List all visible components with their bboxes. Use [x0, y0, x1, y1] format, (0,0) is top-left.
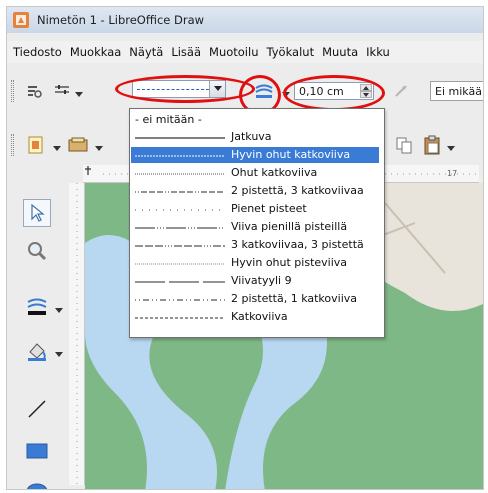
- line-sample: [135, 227, 225, 229]
- line-color-icon[interactable]: [253, 80, 275, 102]
- libreoffice-draw-icon: [13, 12, 29, 28]
- ruler-mark: 17: [447, 169, 458, 178]
- paste-icon[interactable]: [421, 134, 443, 156]
- chevron-down-icon[interactable]: [95, 142, 103, 151]
- line-sample: [135, 173, 225, 175]
- select-arrow-icon[interactable]: [23, 199, 51, 227]
- zoom-icon[interactable]: [23, 237, 51, 265]
- line-sample: [135, 299, 225, 301]
- chevron-down-icon[interactable]: [447, 142, 455, 151]
- line-width-field[interactable]: 0,10 cm: [294, 82, 374, 100]
- window-title: Nimetön 1 - LibreOffice Draw: [37, 13, 205, 27]
- arrow-style-icon[interactable]: [391, 80, 413, 102]
- line-properties-icon[interactable]: [51, 80, 73, 102]
- menu-window[interactable]: Ikku: [362, 45, 394, 59]
- line-style-option[interactable]: Pienet pisteet: [131, 201, 379, 217]
- arrow-style-value: Ei mikää: [435, 85, 482, 98]
- copy-icon[interactable]: [393, 134, 415, 156]
- rectangle-icon[interactable]: [23, 437, 51, 465]
- line-style-dropdown: - ei mitään - Jatkuva Hyvin ohut katkovi…: [129, 108, 385, 338]
- menu-file[interactable]: Tiedosto: [9, 45, 66, 59]
- line-sample: [135, 317, 225, 319]
- line-style-option[interactable]: 2 pistettä, 1 katkoviiva: [131, 291, 379, 307]
- menu-edit[interactable]: Muokkaa: [66, 45, 125, 59]
- menu-modify[interactable]: Muuta: [318, 45, 362, 59]
- chevron-down-icon[interactable]: [282, 88, 290, 97]
- line-width-stepper[interactable]: [360, 84, 372, 98]
- line-sample: [135, 191, 225, 193]
- toolbar-grip[interactable]: [11, 134, 14, 156]
- styles-icon[interactable]: [23, 80, 45, 102]
- line-sample: [135, 155, 225, 157]
- line-toolbar: [7, 73, 483, 109]
- line-style-option[interactable]: 2 pistettä, 3 katkoviivaa: [131, 183, 379, 199]
- line-style-preview: [137, 89, 209, 90]
- menu-bar: Tiedosto Muokkaa Näytä Lisää Muotoilu Ty…: [7, 41, 483, 63]
- line-color-icon[interactable]: [23, 293, 51, 321]
- chevron-down-icon[interactable]: [75, 88, 83, 97]
- line-sample: [135, 137, 225, 139]
- vertical-ruler[interactable]: [69, 183, 85, 485]
- arrow-style-combo[interactable]: Ei mikää: [430, 81, 483, 101]
- toolbar-grip[interactable]: [11, 80, 14, 102]
- line-style-option[interactable]: Hyvin ohut pisteviiva: [131, 255, 379, 271]
- line-style-option[interactable]: Viivatyyli 9: [131, 273, 379, 289]
- new-document-icon[interactable]: [25, 134, 47, 156]
- chevron-down-icon[interactable]: [209, 81, 225, 97]
- line-sample: [135, 263, 225, 265]
- chevron-down-icon[interactable]: [55, 348, 63, 357]
- drawing-toolbar: [7, 189, 75, 489]
- line-sample: [135, 209, 225, 211]
- app-window: Nimetön 1 - LibreOffice Draw Tiedosto Mu…: [6, 6, 484, 490]
- spin-up-icon[interactable]: [360, 84, 372, 91]
- menu-format[interactable]: Muotoilu: [205, 45, 262, 59]
- line-style-option[interactable]: 3 katkoviivaa, 3 pistettä: [131, 237, 379, 253]
- chevron-down-icon[interactable]: [55, 304, 63, 313]
- fill-color-icon[interactable]: [23, 337, 51, 365]
- line-style-combo[interactable]: [132, 80, 226, 98]
- line-width-value: 0,10 cm: [299, 84, 344, 98]
- line-style-option[interactable]: Jatkuva: [131, 129, 379, 145]
- line-style-option[interactable]: Ohut katkoviiva: [131, 165, 379, 181]
- line-style-option[interactable]: Viiva pienillä pisteillä: [131, 219, 379, 235]
- line-sample: [135, 245, 225, 247]
- line-tool-icon[interactable]: [23, 395, 51, 423]
- line-style-option[interactable]: - ei mitään -: [131, 111, 379, 127]
- chevron-down-icon[interactable]: [53, 142, 61, 151]
- ellipse-icon[interactable]: [23, 477, 51, 489]
- menu-tools[interactable]: Työkalut: [263, 45, 319, 59]
- menu-view[interactable]: Näytä: [125, 45, 167, 59]
- line-style-option-selected[interactable]: Hyvin ohut katkoviiva: [131, 147, 379, 163]
- spin-down-icon[interactable]: [360, 91, 372, 98]
- line-style-option[interactable]: Katkoviiva: [131, 309, 379, 325]
- line-sample: [135, 281, 225, 283]
- menu-insert[interactable]: Lisää: [167, 45, 205, 59]
- templates-icon[interactable]: [67, 134, 89, 156]
- title-bar: Nimetön 1 - LibreOffice Draw: [7, 7, 483, 33]
